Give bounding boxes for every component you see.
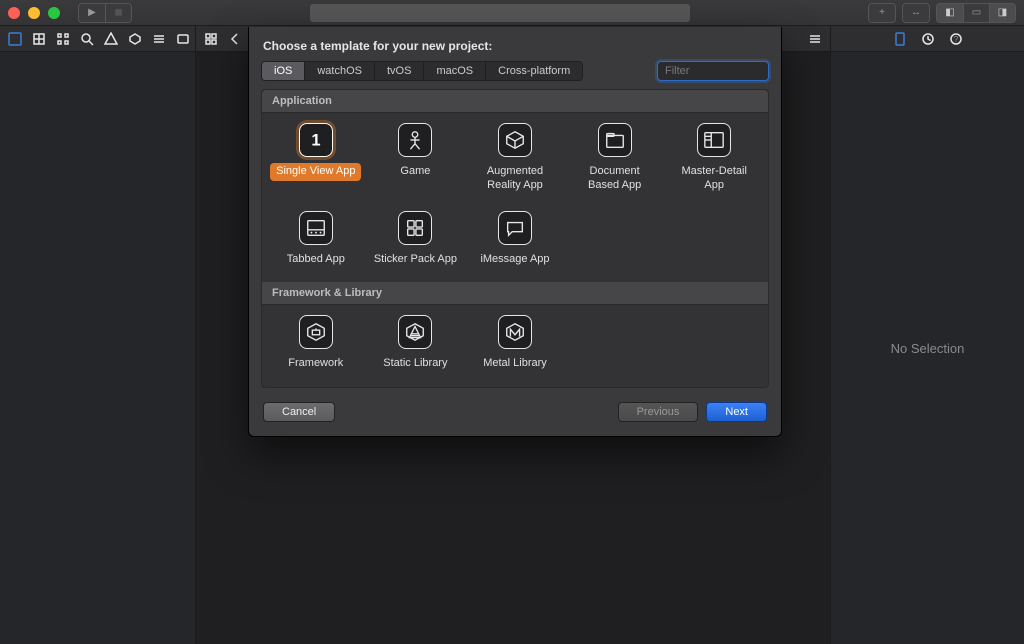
panel-segment: ◧ ▭ ◨ (936, 3, 1016, 23)
single-view-icon: 1 (299, 123, 333, 157)
navigator-pane (0, 52, 196, 644)
debug-navigator-icon[interactable] (152, 32, 166, 46)
new-project-sheet: Choose a template for your new project: … (248, 27, 782, 437)
history-inspector-icon[interactable] (921, 32, 935, 46)
minimize-window-button[interactable] (28, 7, 40, 19)
close-window-button[interactable] (8, 7, 20, 19)
editor-mode-segment: ↔ (902, 3, 930, 23)
stop-button[interactable]: ◼ (105, 4, 131, 22)
platform-tab-crossplatform[interactable]: Cross-platform (485, 62, 582, 80)
symbol-navigator-icon[interactable] (56, 32, 70, 46)
breakpoint-navigator-icon[interactable] (176, 32, 190, 46)
template-static-library[interactable]: Static Library (366, 315, 466, 373)
platform-tab-macos[interactable]: macOS (423, 62, 485, 80)
template-metal-library[interactable]: Metal Library (465, 315, 565, 373)
file-inspector-icon[interactable] (893, 32, 907, 46)
platform-tabs: iOS watchOS tvOS macOS Cross-platform (261, 61, 583, 81)
platform-tab-ios[interactable]: iOS (262, 62, 304, 80)
sheet-title: Choose a template for your new project: (249, 27, 781, 61)
master-detail-icon (697, 123, 731, 157)
section-header-library: Framework & Library (262, 282, 768, 305)
inspector-tabs: ? (830, 26, 1024, 51)
run-stop-segment: ▶ ◼ (78, 3, 132, 23)
svg-text:?: ? (953, 35, 958, 44)
toggle-bottom-panel-button[interactable]: ▭ (963, 4, 989, 22)
issue-navigator-icon[interactable] (104, 32, 118, 46)
editor-options-icon[interactable] (808, 32, 822, 46)
source-control-icon[interactable] (32, 32, 46, 46)
window-controls (8, 7, 60, 19)
template-tabbed-app[interactable]: Tabbed App (266, 211, 366, 269)
filter-input[interactable] (665, 65, 807, 77)
tabbed-icon (299, 211, 333, 245)
template-master-detail-app[interactable]: Master-Detail App (664, 123, 764, 195)
template-ar-app[interactable]: Augmented Reality App (465, 123, 565, 195)
template-document-app[interactable]: Document Based App (565, 123, 665, 195)
add-segment: + (868, 3, 896, 23)
template-single-view-app[interactable]: 1 Single View App (266, 123, 366, 195)
help-inspector-icon[interactable]: ? (949, 32, 963, 46)
toggle-right-panel-button[interactable]: ◨ (989, 4, 1015, 22)
ar-icon (498, 123, 532, 157)
template-sticker-pack-app[interactable]: Sticker Pack App (366, 211, 466, 269)
next-button[interactable]: Next (706, 402, 767, 422)
template-imessage-app[interactable]: iMessage App (465, 211, 565, 269)
previous-button[interactable]: Previous (618, 402, 699, 422)
test-navigator-icon[interactable] (128, 32, 142, 46)
platform-tab-tvos[interactable]: tvOS (374, 62, 423, 80)
run-button[interactable]: ▶ (79, 4, 105, 22)
library-button[interactable]: + (869, 4, 895, 22)
editor-standard-button[interactable]: ↔ (903, 4, 929, 22)
template-game[interactable]: Game (366, 123, 466, 195)
platform-tab-watchos[interactable]: watchOS (304, 62, 374, 80)
static-library-icon (398, 315, 432, 349)
inspector-pane: No Selection (830, 52, 1024, 644)
sticker-icon (398, 211, 432, 245)
project-navigator-icon[interactable] (8, 32, 22, 46)
metal-library-icon (498, 315, 532, 349)
document-icon (598, 123, 632, 157)
svg-text:1: 1 (311, 132, 320, 150)
template-framework[interactable]: Framework (266, 315, 366, 373)
titlebar: ▶ ◼ + ↔ ◧ ▭ ◨ (0, 0, 1024, 26)
game-icon (398, 123, 432, 157)
activity-view (132, 4, 868, 22)
related-items-icon[interactable] (204, 32, 218, 46)
zoom-window-button[interactable] (48, 7, 60, 19)
filter-field[interactable] (657, 61, 769, 81)
framework-icon (299, 315, 333, 349)
imessage-icon (498, 211, 532, 245)
navigator-tabs (0, 26, 196, 51)
toggle-left-panel-button[interactable]: ◧ (937, 4, 963, 22)
section-header-application: Application (262, 90, 768, 113)
cancel-button[interactable]: Cancel (263, 402, 335, 422)
find-navigator-icon[interactable] (80, 32, 94, 46)
back-icon[interactable] (228, 32, 242, 46)
inspector-empty-label: No Selection (891, 341, 965, 356)
